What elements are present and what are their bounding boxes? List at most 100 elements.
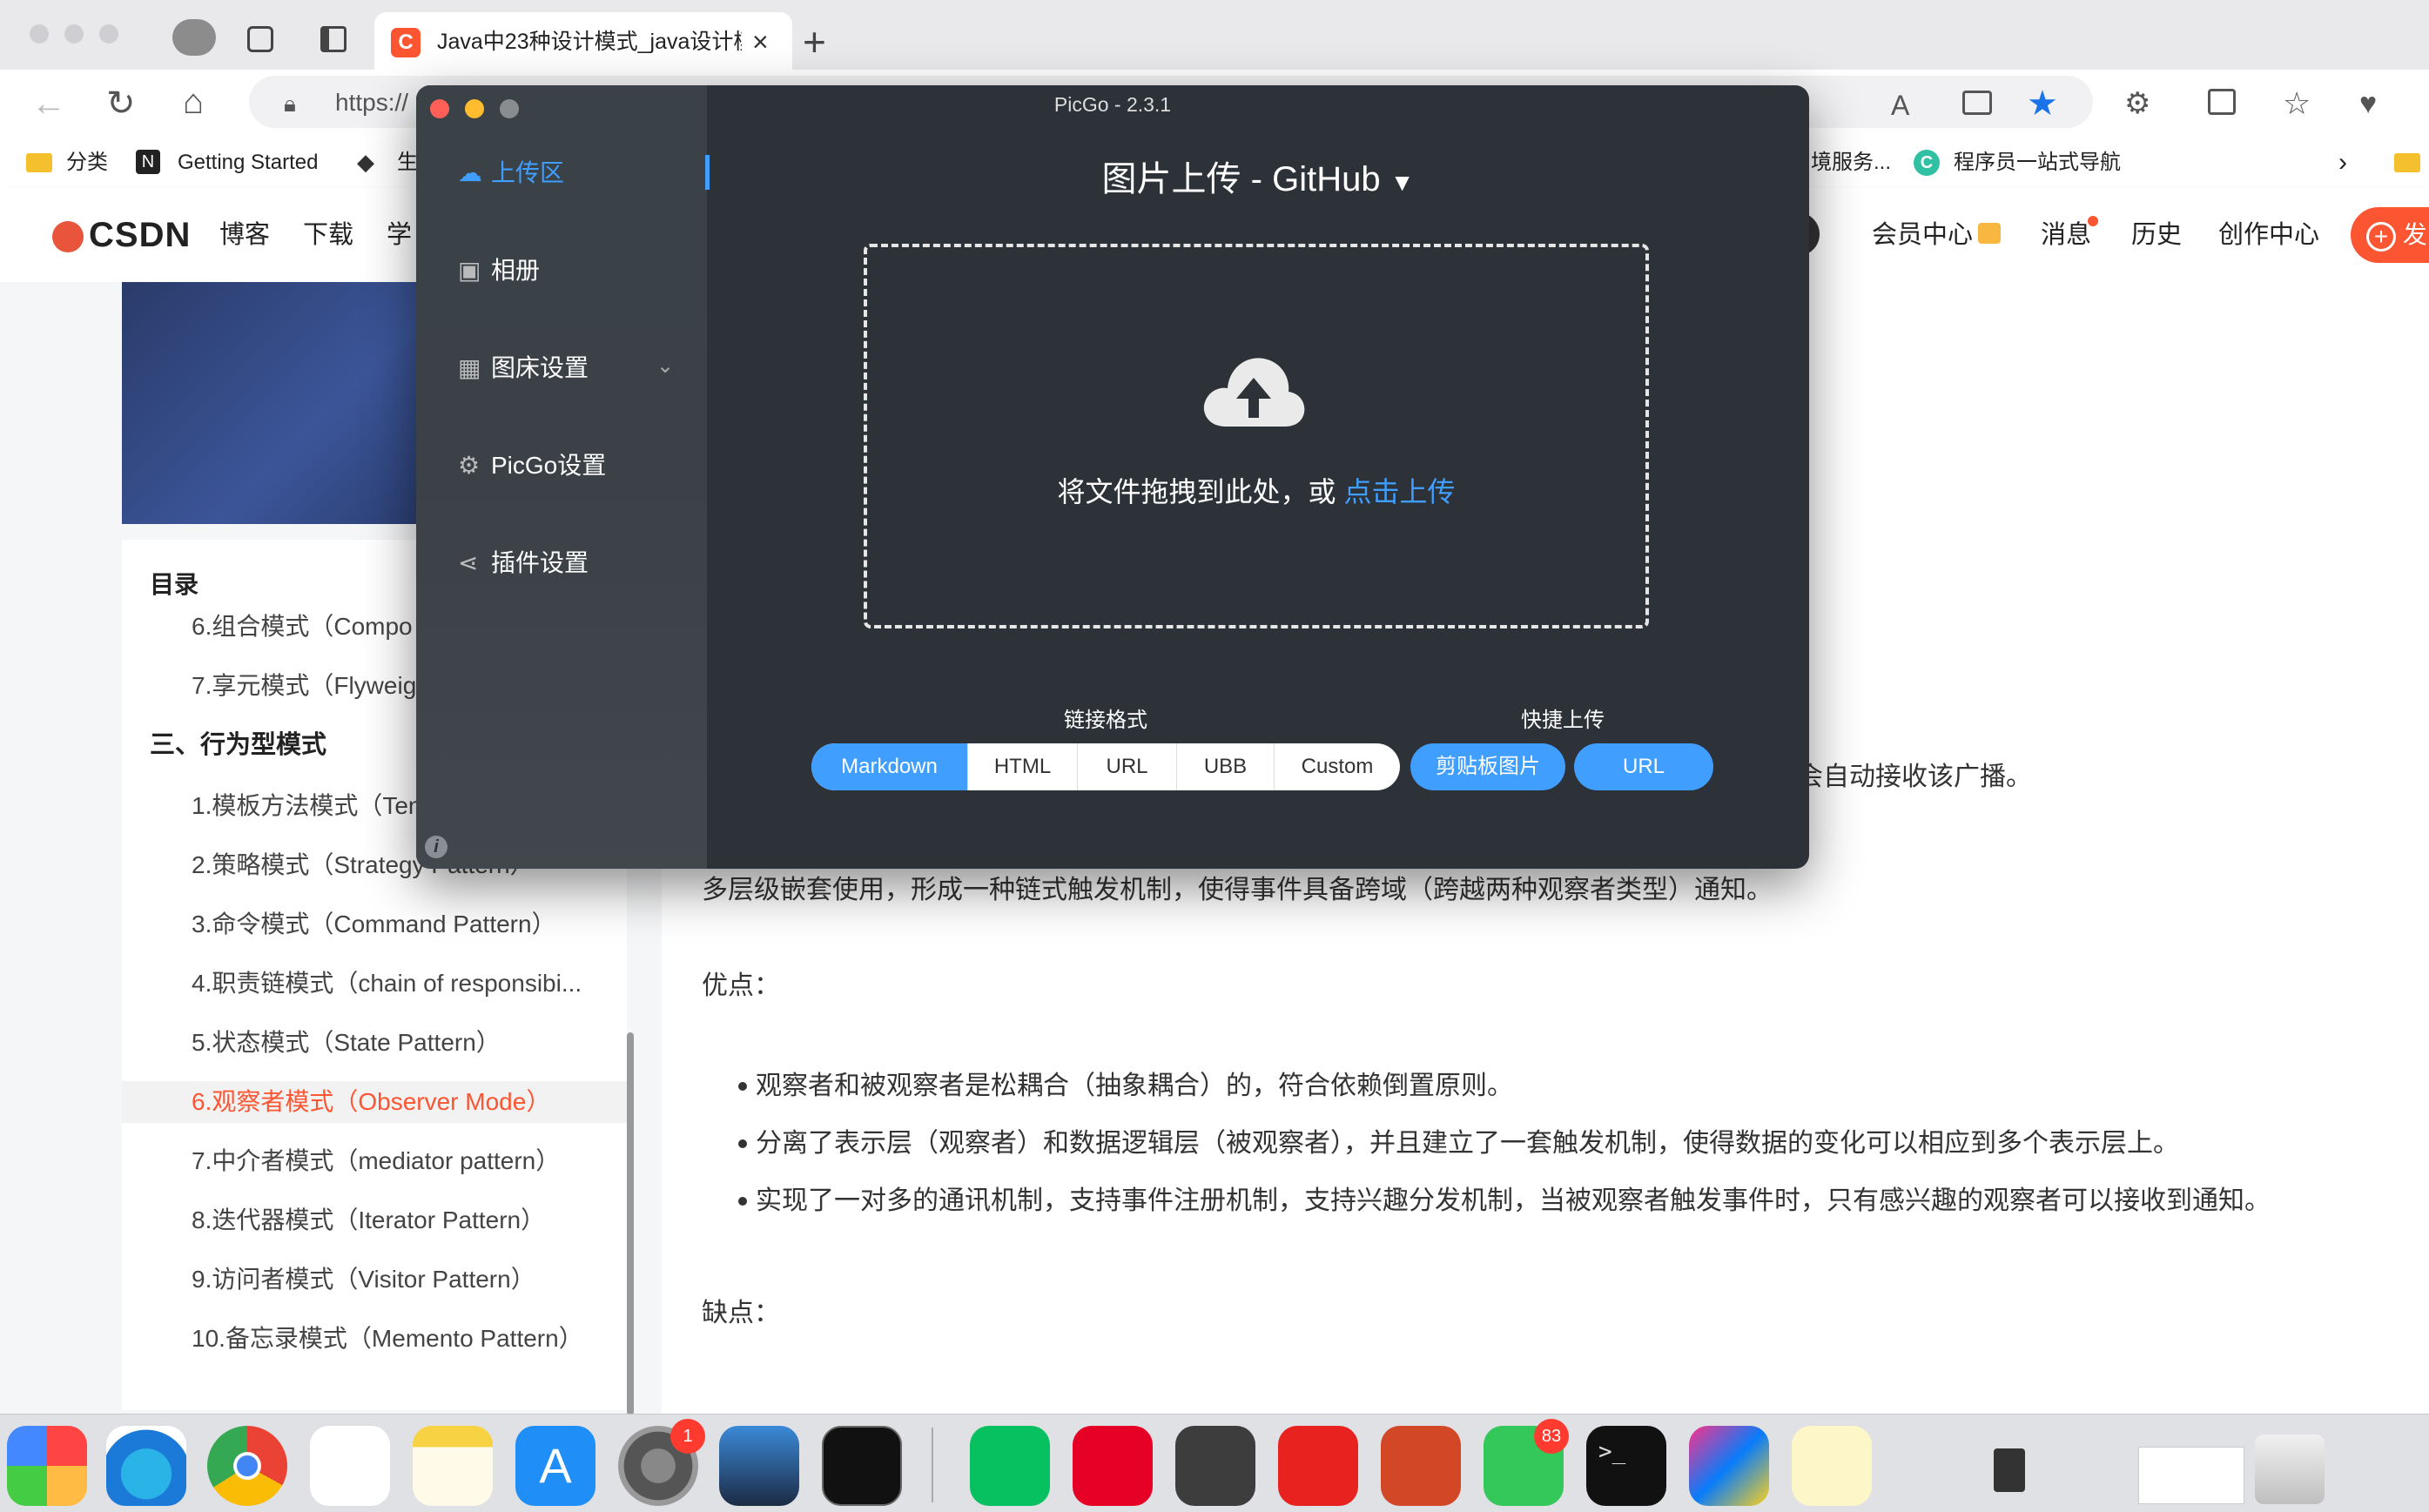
format-html[interactable]: HTML [968,743,1078,790]
toc-item[interactable]: 7.享元模式（Flyweig [192,667,416,705]
app-store-icon[interactable]: A [515,1426,595,1506]
menu-picgo-settings[interactable]: ⚙ PicGo设置 [458,444,606,487]
navicat-icon[interactable] [1792,1426,1872,1506]
bookmark-getting-started[interactable]: Getting Started [178,138,318,188]
window-zoom-button[interactable] [99,24,118,44]
clipboard-upload-button[interactable]: 剪贴板图片 [1410,743,1565,790]
csdn-logo[interactable]: CSDN [52,188,191,282]
powerpoint-icon[interactable] [1381,1426,1461,1506]
menu-plugin-settings[interactable]: ⋖ 插件设置 [458,541,589,585]
drop-zone[interactable] [864,244,1649,628]
back-icon[interactable]: ← [31,82,66,125]
notes-icon[interactable] [413,1426,493,1506]
format-url[interactable]: URL [1078,743,1177,790]
profile-avatar[interactable] [172,19,216,56]
netease-music-icon[interactable] [1073,1426,1153,1506]
collections-icon[interactable] [247,26,273,52]
menu-album[interactable]: ▣ 相册 [458,249,540,292]
trash-icon[interactable] [2255,1435,2325,1504]
toc-item[interactable]: 8.迭代器模式（Iterator Pattern） [192,1201,545,1240]
launchpad-icon[interactable] [7,1426,87,1506]
toc-item[interactable]: 1.模板方法模式（Ten [192,787,422,825]
format-ubb[interactable]: UBB [1177,743,1275,790]
lock-icon[interactable]: 🔒︎ [284,91,296,118]
read-aloud-icon[interactable]: A [1891,84,1909,127]
nav-vip[interactable]: 会员中心 [1872,188,1973,282]
toc-heading[interactable]: 三、行为型模式 [150,726,326,764]
nav-learn[interactable]: 学 [387,188,412,282]
reload-icon[interactable]: ↻ [106,82,136,125]
picgo-title: PicGo - 2.3.1 [1053,93,1172,116]
home-icon[interactable]: ⌂ [183,80,204,124]
toc-item[interactable]: 5.状态模式（State Pattern） [192,1024,501,1062]
sublime-text-icon[interactable] [1175,1426,1255,1506]
toc-item[interactable]: 7.中介者模式（mediator pattern） [192,1142,560,1180]
bookmark-4[interactable]: 境服务... [1811,138,1891,188]
nav-history[interactable]: 历史 [2131,188,2182,282]
bilibili-like-icon[interactable] [1278,1426,1358,1506]
nav-messages[interactable]: 消息 [2041,188,2091,282]
extensions-icon[interactable]: ⚙ [2124,82,2150,125]
wechat-icon[interactable] [970,1426,1050,1506]
image-icon: ▣ [458,257,481,284]
toc-item[interactable]: 4.职责链模式（chain of responsibi... [192,964,582,1003]
pros-item: 观察者和被观察者是松耦合（抽象耦合）的，符合依赖倒置原则。 [756,1072,1513,1100]
favorite-star-icon[interactable]: ★ [2027,82,2058,125]
intellij-icon[interactable] [1689,1426,1769,1506]
menu-bed-settings[interactable]: ▦ 图床设置 [458,346,589,390]
picgo-zoom-button[interactable] [500,99,519,118]
toc-title: 目录 [150,571,199,598]
copilot-icon[interactable]: ♥ [2359,82,2377,125]
toc-item[interactable]: 6.组合模式（Compo [192,608,413,646]
minimized-window-icon[interactable] [1994,1448,2025,1492]
chrome-icon[interactable] [207,1426,287,1506]
toc-item-active[interactable]: 6.观察者模式（Observer Mode） [192,1083,550,1121]
url-text[interactable]: https:// [335,85,408,120]
activity-monitor-icon[interactable] [822,1426,902,1506]
url-upload-button[interactable]: URL [1574,743,1713,790]
nav-download[interactable]: 下载 [303,188,353,282]
picgo-close-button[interactable] [430,99,449,118]
dock-separator [932,1428,933,1502]
split-screen-icon[interactable] [2208,89,2236,115]
favorites-icon[interactable]: ☆ [2283,82,2311,125]
bookmark-nav[interactable]: 程序员一站式导航 [1954,138,2121,188]
toc-scrollbar[interactable] [627,1032,634,1415]
info-icon[interactable]: i [425,836,447,858]
minimized-window-thumbnail[interactable] [2138,1447,2244,1504]
new-tab-icon[interactable]: + [803,16,826,68]
picgo-minimize-button[interactable] [465,99,484,118]
chevron-down-icon[interactable]: ⌄ [656,353,674,380]
toc-item[interactable]: 3.命令模式（Command Pattern） [192,905,556,944]
caret-down-icon[interactable]: ▼ [1390,169,1415,196]
publish-button[interactable]: + 发 [2351,207,2429,263]
terminal-icon[interactable]: >_ [1586,1426,1666,1506]
reminders-icon[interactable] [310,1426,390,1506]
edge-icon[interactable] [106,1426,186,1506]
window-minimize-button[interactable] [64,24,84,44]
tab-close-icon[interactable]: × [752,24,769,59]
window-close-button[interactable] [30,24,49,44]
bookmark-folder[interactable]: 分类 [66,138,108,188]
format-markdown[interactable]: Markdown [811,743,968,790]
other-favorites-folder-icon[interactable] [2394,153,2420,172]
upload-cloud-icon: ☁ [458,159,482,186]
article-paragraph: 多层级嵌套使用，形成一种链式触发机制，使得事件具备跨域（跨越两种观察者类型）通知… [702,876,1773,904]
nav-create-center[interactable]: 创作中心 [2218,188,2319,282]
immersive-reader-icon[interactable] [1962,91,1992,115]
tab-actions-icon[interactable] [320,26,347,52]
quick-upload-label: 快捷上传 [1521,709,1605,732]
toc-item[interactable]: 10.备忘录模式（Memento Pattern） [192,1320,583,1358]
message-dot-badge [2088,216,2098,226]
bookmark-3[interactable]: 生 [397,138,418,188]
bookmarks-more-icon[interactable]: › [2338,138,2347,188]
format-custom[interactable]: Custom [1275,743,1400,790]
upload-heading[interactable]: 图片上传 - GitHub ▼ [707,155,1809,207]
click-upload-link[interactable]: 点击上传 [1343,476,1455,507]
toc-item[interactable]: 9.访问者模式（Visitor Pattern） [192,1260,535,1299]
tab-title: Java中23种设计模式_java设计模式 [437,30,742,54]
nav-blog[interactable]: 博客 [219,188,270,282]
menu-upload[interactable]: ☁ 上传区 [458,151,564,195]
gift-icon [1978,223,2001,244]
remote-desktop-icon[interactable] [719,1426,799,1506]
